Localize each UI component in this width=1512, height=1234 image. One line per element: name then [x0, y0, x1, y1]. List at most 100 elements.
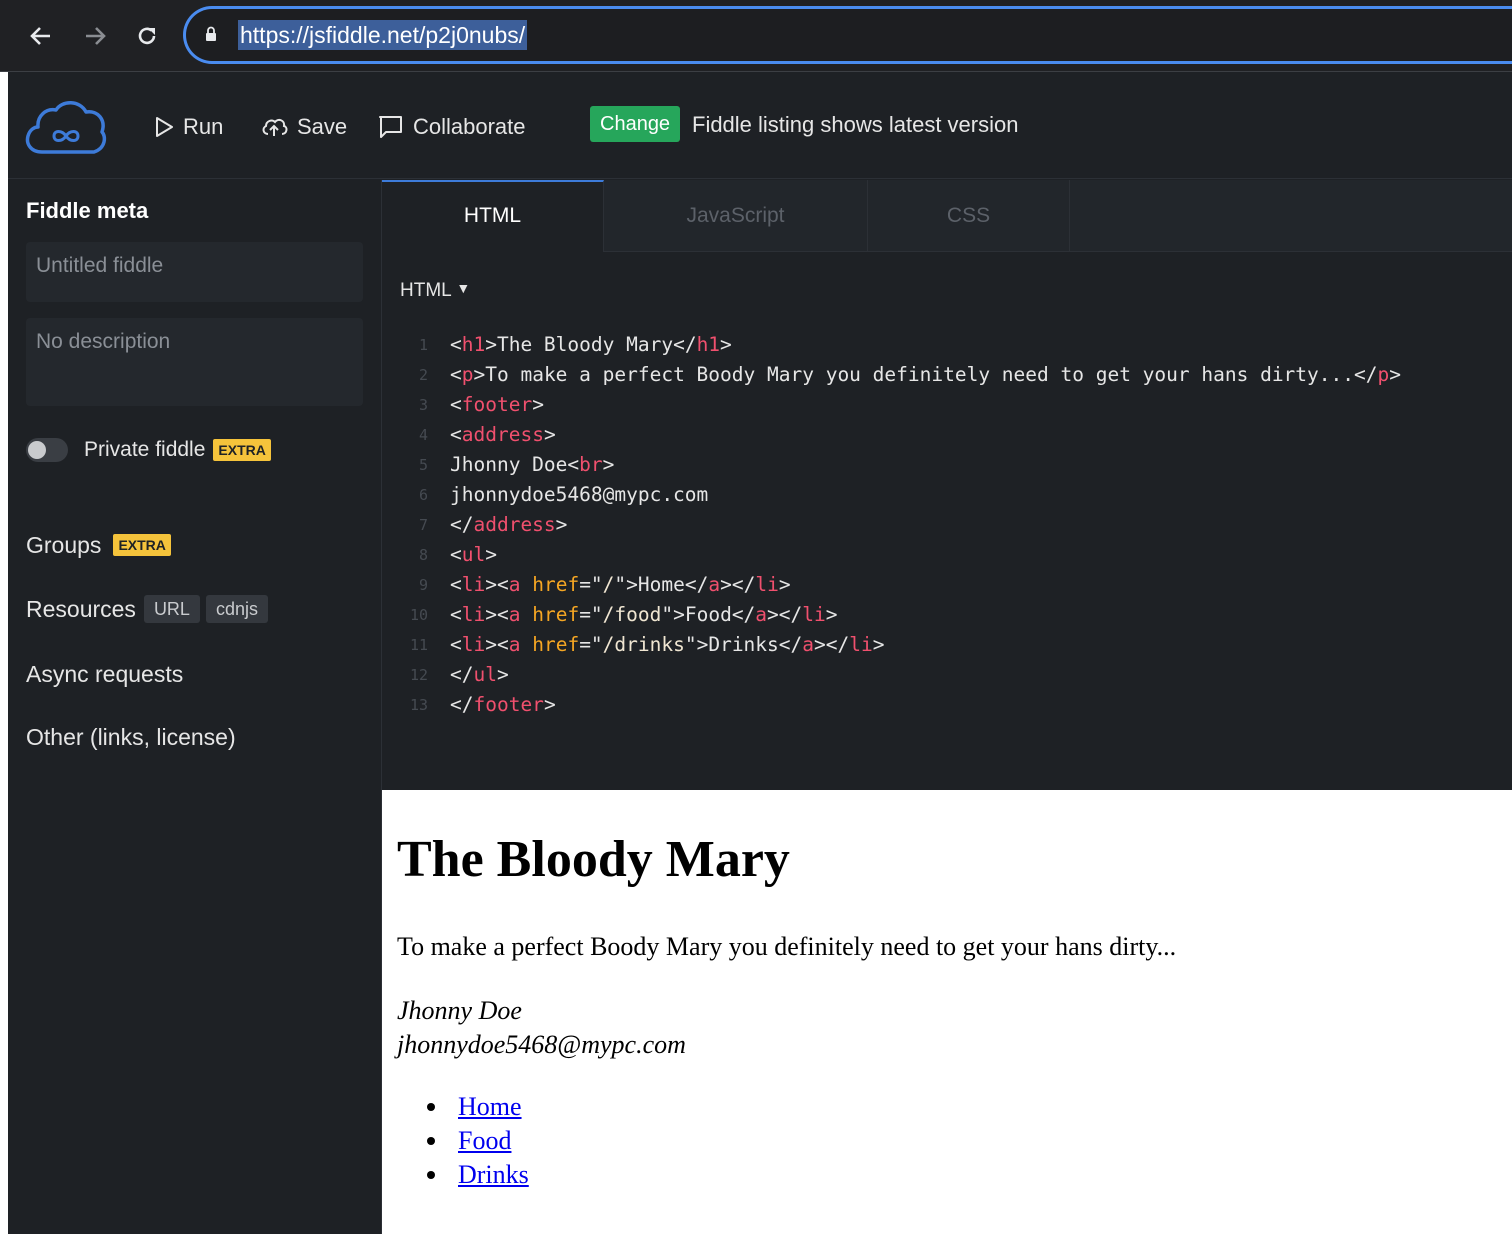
line-number: 3 [418, 396, 428, 414]
code-token: a [755, 603, 768, 626]
code-token: > [543, 423, 556, 446]
arrow-right-icon [86, 27, 106, 45]
tab-css[interactable]: CSS [868, 180, 1070, 252]
sidebar-item-other[interactable]: Other (links, license) [26, 722, 236, 752]
listing-status-text: Fiddle listing shows latest version [692, 112, 1019, 137]
line-number: 12 [409, 666, 428, 684]
line-number: 5 [418, 456, 428, 474]
code-line[interactable]: 2 <p>To make a perfect Boody Mary you def… [382, 360, 1512, 390]
editor-tabs: HTML JavaScript CSS [382, 180, 1512, 252]
line-number: 4 [418, 426, 428, 444]
line-number: 7 [418, 516, 428, 534]
code-token: /drinks [602, 633, 685, 656]
code-token: >< [485, 633, 509, 656]
code-line[interactable]: 4 <address> [382, 420, 1512, 450]
line-number: 8 [418, 546, 428, 564]
code-token: > [825, 603, 838, 626]
code-line[interactable]: 13 </footer> [382, 690, 1512, 720]
code-line[interactable]: 3 <footer> [382, 390, 1512, 420]
address-bar[interactable]: https://jsfiddle.net/p2j0nubs/ [183, 6, 1512, 64]
code-token: </ [450, 513, 474, 536]
bullet [427, 1171, 435, 1179]
code-token: =" [579, 573, 603, 596]
save-button[interactable]: Save [260, 110, 347, 144]
run-button[interactable]: Run [154, 110, 223, 144]
change-button[interactable]: Change [590, 106, 681, 142]
panel-label-text: HTML [400, 280, 452, 301]
fiddle-title-input[interactable]: Untitled fiddle [26, 242, 363, 302]
line-number: 13 [409, 696, 428, 714]
code-text: <h1>The Bloody Mary</h1> [428, 330, 732, 360]
code-token: p [461, 363, 474, 386]
line-number: 9 [418, 576, 428, 594]
code-line[interactable]: 7 </address> [382, 510, 1512, 540]
back-button[interactable] [24, 18, 58, 54]
chat-bubble-icon [379, 116, 402, 138]
tab-html[interactable]: HTML [382, 180, 604, 252]
toggle-knob [28, 441, 46, 459]
resources-label: Resources [26, 596, 136, 622]
link-home[interactable]: Home [458, 1090, 522, 1124]
line-number: 10 [409, 606, 428, 624]
code-line[interactable]: 12 </ul> [382, 660, 1512, 690]
fiddle-description-input[interactable]: No description [26, 318, 363, 406]
private-fiddle-toggle[interactable] [26, 438, 68, 462]
code-token: > [778, 573, 791, 596]
code-line[interactable]: 9 <li><a href="/">Home</a></li> [382, 570, 1512, 600]
code-token: < [450, 393, 462, 416]
sidebar: Fiddle meta Untitled fiddle No descripti… [8, 180, 382, 1234]
code-text: </footer> [428, 690, 556, 720]
code-token: jhonnydoe5468@mypc.com [450, 483, 709, 506]
app-toolbar: Run Save Collaborate Change Fiddle listi… [8, 72, 1512, 179]
code-token: ">Home</ [614, 573, 709, 596]
code-token: ">Food</ [661, 603, 756, 626]
tab-javascript[interactable]: JavaScript [604, 180, 868, 252]
forward-button[interactable] [78, 18, 112, 54]
url-text[interactable]: https://jsfiddle.net/p2j0nubs/ [238, 20, 528, 50]
address-name: Jhonny Doe [397, 996, 522, 1025]
code-line[interactable]: 5 Jhonny Doe<br> [382, 450, 1512, 480]
line-number: 1 [418, 336, 428, 354]
result-address: Jhonny Doe jhonnydoe5468@mypc.com [397, 994, 686, 1062]
sidebar-item-resources[interactable]: Resources URL cdnjs [26, 594, 268, 624]
resources-url-tag[interactable]: URL [143, 595, 200, 623]
resources-cdnjs-tag[interactable]: cdnjs [205, 595, 268, 623]
code-token: > [532, 393, 544, 416]
code-token: address [473, 513, 556, 536]
code-line[interactable]: 1 <h1>The Bloody Mary</h1> [382, 330, 1512, 360]
code-text: <footer> [428, 390, 544, 420]
code-text: </address> [428, 510, 567, 540]
code-token: br [579, 453, 603, 476]
reload-button[interactable] [130, 18, 164, 54]
code-line[interactable]: 11 <li><a href="/drinks">Drinks</a></li> [382, 630, 1512, 660]
code-token: =" [579, 603, 603, 626]
code-token: ></ [767, 603, 803, 626]
code-token: < [450, 423, 462, 446]
panel-language-dropdown[interactable]: HTML ▼ [400, 280, 470, 302]
code-lines[interactable]: 1 <h1>The Bloody Mary</h1> 2 <p>To make a p… [382, 330, 1512, 720]
private-fiddle-text: Private fiddle [84, 438, 206, 461]
code-token: </ [450, 663, 474, 686]
code-token: footer [473, 693, 544, 716]
sidebar-item-groups[interactable]: Groups EXTRA [26, 530, 171, 560]
sidebar-item-async-requests[interactable]: Async requests [26, 659, 183, 689]
jsfiddle-logo-icon[interactable] [24, 96, 108, 156]
link-food[interactable]: Food [458, 1124, 511, 1158]
code-token: </ [450, 693, 474, 716]
code-token: href [532, 633, 580, 656]
code-token: Jhonny Doe< [450, 453, 580, 476]
code-token: href [532, 603, 580, 626]
code-line[interactable]: 8 <ul> [382, 540, 1512, 570]
code-line[interactable]: 6 jhonnydoe5468@mypc.com [382, 480, 1512, 510]
code-line[interactable]: 10 <li><a href="/food">Food</a></li> [382, 600, 1512, 630]
save-label: Save [297, 114, 348, 139]
link-drinks[interactable]: Drinks [458, 1158, 529, 1192]
code-token: < [450, 573, 462, 596]
list-item: Home [397, 1090, 529, 1124]
code-token: li [849, 633, 873, 656]
collaborate-button[interactable]: Collaborate [378, 110, 526, 144]
code-token: > [720, 333, 732, 356]
code-token: h1 [461, 333, 486, 356]
bullet [427, 1137, 435, 1145]
